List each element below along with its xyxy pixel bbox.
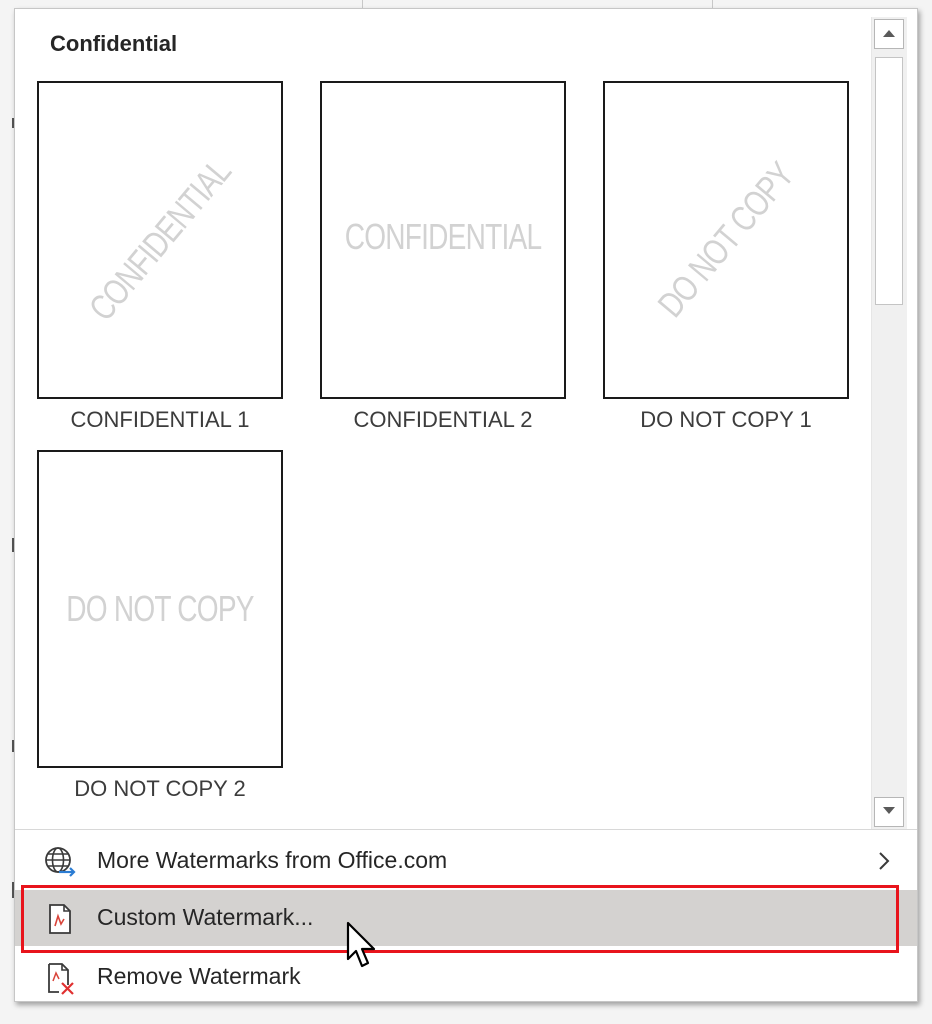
- custom-watermark-label: Custom Watermark...: [97, 904, 314, 930]
- more-watermarks-menu-item[interactable]: More Watermarks from Office.com: [15, 833, 917, 889]
- thumbnail-label: DO NOT COPY 2: [74, 776, 246, 801]
- menu-separator: [15, 829, 917, 830]
- thumbnail-label: DO NOT COPY 1: [640, 407, 812, 432]
- watermark-preview-text: CONFIDENTIAL: [344, 215, 542, 257]
- gallery-section-title: Confidential: [50, 31, 178, 56]
- custom-watermark-icon: [49, 904, 71, 934]
- watermark-dropdown: Confidential CONFIDENTIAL CONFIDENTIAL 1…: [14, 8, 918, 1002]
- thumbnail-label: CONFIDENTIAL 2: [353, 407, 533, 432]
- watermark-thumbnail-confidential-1[interactable]: CONFIDENTIAL: [37, 81, 283, 399]
- chevron-right-icon: [879, 852, 890, 870]
- globe-icon: [45, 847, 76, 877]
- gallery-scrollbar[interactable]: [871, 17, 907, 829]
- watermark-preview-text: DO NOT COPY: [66, 588, 254, 629]
- scroll-up-button[interactable]: [874, 19, 904, 49]
- scroll-thumb[interactable]: [875, 57, 903, 305]
- more-watermarks-label: More Watermarks from Office.com: [97, 847, 448, 873]
- scroll-down-button[interactable]: [874, 797, 904, 827]
- remove-watermark-menu-item[interactable]: Remove Watermark: [15, 949, 917, 1005]
- remove-watermark-label: Remove Watermark: [97, 963, 301, 989]
- mouse-pointer-icon: [346, 921, 376, 968]
- remove-watermark-icon: [48, 963, 74, 995]
- watermark-thumbnail-do-not-copy-2[interactable]: DO NOT COPY: [37, 450, 283, 768]
- custom-watermark-menu-item[interactable]: Custom Watermark...: [15, 890, 917, 946]
- arrow-down-icon: [883, 807, 895, 814]
- thumbnail-label: CONFIDENTIAL 1: [70, 407, 250, 432]
- watermark-preview-text: CONFIDENTIAL: [80, 151, 239, 329]
- arrow-up-icon: [883, 30, 895, 37]
- watermark-preview-text: DO NOT COPY: [649, 154, 802, 325]
- watermark-thumbnail-do-not-copy-1[interactable]: DO NOT COPY: [603, 81, 849, 399]
- screen: Confidential CONFIDENTIAL CONFIDENTIAL 1…: [0, 0, 932, 1024]
- watermark-thumbnail-confidential-2[interactable]: CONFIDENTIAL: [320, 81, 566, 399]
